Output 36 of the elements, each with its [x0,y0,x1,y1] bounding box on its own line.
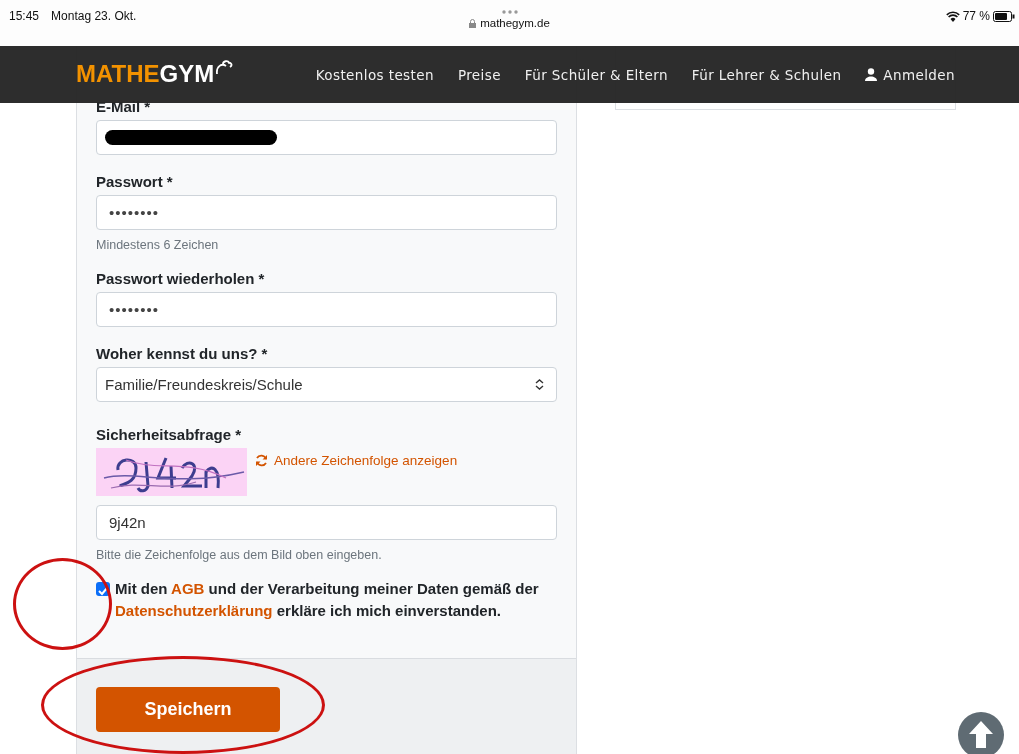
nav-link[interactable]: Für Lehrer & Schulen [691,66,842,83]
nav-link[interactable]: Preise [457,66,501,83]
refresh-captcha-link[interactable]: Andere Zeichenfolge anzeigen [255,453,458,468]
scroll-top-icon[interactable] [958,712,1004,754]
field-label: Woher kennst du uns? * [96,345,269,362]
logo-icon [214,59,235,76]
field-label: Passwort wiederholen * [96,270,266,287]
field-label: E-Mail * [96,98,152,115]
save-button[interactable]: Speichern [96,687,280,732]
battery-icon [993,10,1015,22]
source-dropdown[interactable]: Familie/Freundeskreis/Schule [96,367,557,402]
time: 15:45 [9,9,40,23]
login-link[interactable]: Anmelden [865,66,955,83]
date: Montag 23. Okt. [51,9,137,23]
user-icon [865,68,878,81]
url-text[interactable]: mathegym.de [480,17,550,29]
policy-link[interactable]: AGB [171,580,205,597]
field-label: Sicherheitsabfrage * [96,426,243,443]
nav-link[interactable]: Kostenlos testen [315,66,434,83]
field-label: Passwort * [96,173,174,190]
password-field[interactable]: •••••••• [96,195,557,230]
password-field[interactable]: •••••••• [96,292,557,327]
lock-icon [469,18,477,28]
chevron-icon [535,379,544,390]
consent-text: Mit den AGB und der Verarbeitung meiner Daten gemäß der Datenschutzerklärung erkläre ich mich einverstanden. [115,579,540,621]
nav-link[interactable]: Für Schüler & Eltern [524,66,668,83]
field-hint: Mindestens 6 Zeichen [96,238,220,252]
refresh-icon [255,454,268,467]
more-icon[interactable] [500,10,519,14]
field-hint: Bitte die Zeichenfolge aus dem Bild oben eingeben. [96,548,383,562]
policy-link[interactable]: Datenschutzerklärung [115,602,273,619]
logo[interactable]: MATHEGYM [76,59,235,88]
wifi-icon [945,10,960,22]
captcha-field[interactable]: 9j42n [96,505,557,540]
battery-percent: 77 % [962,9,990,23]
email-field[interactable] [96,120,557,155]
